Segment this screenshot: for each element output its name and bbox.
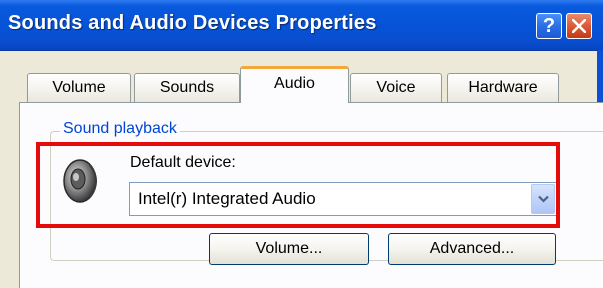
volume-button-label: Volume...: [255, 240, 323, 257]
tab-sounds-label: Sounds: [159, 79, 215, 96]
volume-button[interactable]: Volume...: [209, 233, 369, 265]
tab-voice[interactable]: Voice: [350, 73, 442, 102]
advanced-button-label: Advanced...: [429, 240, 515, 257]
tab-strip: Volume Sounds Audio Voice Hardware: [0, 60, 603, 103]
close-icon: [572, 19, 586, 33]
tab-hardware-label: Hardware: [468, 79, 538, 96]
help-icon: ?: [542, 15, 556, 37]
close-button[interactable]: [566, 13, 592, 39]
help-button[interactable]: ?: [536, 13, 562, 39]
tab-sounds[interactable]: Sounds: [134, 73, 240, 102]
tab-hardware[interactable]: Hardware: [447, 73, 559, 102]
sound-playback-label: Sound playback: [60, 120, 180, 138]
advanced-button[interactable]: Advanced...: [388, 233, 556, 265]
tab-volume[interactable]: Volume: [27, 73, 131, 102]
window-title: Sounds and Audio Devices Properties: [8, 12, 377, 34]
title-bar[interactable]: Sounds and Audio Devices Properties ?: [0, 0, 603, 51]
tab-audio[interactable]: Audio: [240, 66, 349, 103]
tab-voice-label: Voice: [376, 79, 416, 96]
properties-window: Sounds and Audio Devices Properties ? Vo…: [0, 0, 603, 288]
highlight-box: [36, 142, 560, 228]
tab-audio-label: Audio: [274, 75, 315, 92]
tab-volume-label: Volume: [52, 79, 106, 96]
